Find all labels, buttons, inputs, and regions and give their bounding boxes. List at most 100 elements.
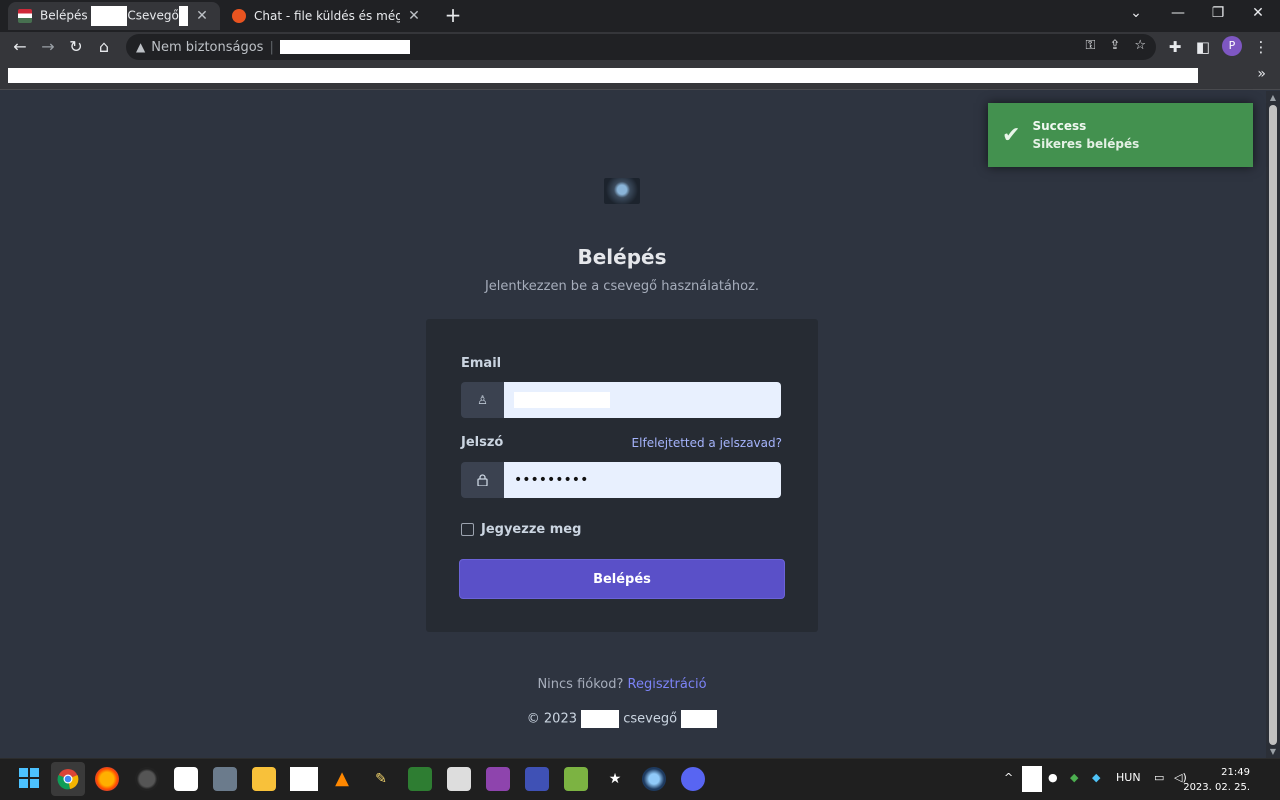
password-label: Jelszó [461, 435, 504, 450]
chrome-icon[interactable] [51, 762, 85, 796]
tab-title: Chat - file küldés és még hívás p [254, 9, 400, 23]
tab-title: Belépés Csevegő [40, 6, 188, 26]
system-clock[interactable]: 21:49 2023. 02. 25. [1183, 765, 1250, 795]
close-tab-icon[interactable]: ✕ [406, 8, 422, 24]
security-label[interactable]: Nem biztonságos [151, 40, 263, 55]
back-button[interactable]: ← [8, 36, 32, 58]
star-icon[interactable]: ☆ [1134, 38, 1146, 53]
save-app-icon[interactable] [525, 767, 549, 791]
tray-app-icon[interactable]: ◆ [1070, 771, 1078, 784]
redacted-tray [1022, 766, 1042, 792]
password-input-group: ••••••••• [461, 462, 781, 498]
discord-icon[interactable] [681, 767, 705, 791]
redacted-block [581, 710, 620, 728]
forgot-password-link[interactable]: Elfelejtetted a jelszavad? [632, 436, 782, 450]
redacted-app [290, 767, 318, 791]
close-tab-icon[interactable]: ✕ [194, 8, 210, 24]
restore-button[interactable]: ❐ [1198, 0, 1238, 28]
check-icon: ✔ [1002, 122, 1021, 148]
tab-search-icon[interactable]: ⌄ [1116, 0, 1156, 28]
windows-taskbar: ▲ ✎ ★ ^ ● ◆ ◆ HUN ▭ ◁) 21:49 2023. 02. 2… [0, 758, 1280, 800]
user-icon: ♙ [461, 382, 504, 418]
register-text: Nincs fiókod? [537, 677, 624, 692]
divider: | [269, 39, 274, 55]
app-icon[interactable] [642, 767, 666, 791]
clock-date: 2023. 02. 25. [1183, 782, 1250, 793]
bookmarks-bar: » [0, 62, 1280, 90]
close-window-button[interactable]: ✕ [1238, 0, 1278, 28]
copyright-name: csevegő [623, 711, 678, 727]
lock-icon [461, 462, 504, 498]
warning-icon: ▲ [136, 40, 146, 54]
scroll-thumb[interactable] [1269, 105, 1277, 745]
discord-tray-icon[interactable]: ● [1048, 771, 1058, 784]
windows-icon [19, 768, 39, 788]
photos-icon[interactable] [213, 767, 237, 791]
remember-checkbox[interactable] [461, 523, 474, 536]
address-bar[interactable]: ▲ Nem biztonságos | ⚿ ⇪ ☆ [126, 34, 1156, 60]
page-title: Belépés [577, 245, 667, 269]
game-icon[interactable] [408, 767, 432, 791]
key-icon[interactable]: ⚿ [1086, 38, 1096, 53]
notepad-icon[interactable] [564, 767, 588, 791]
register-link[interactable]: Regisztráció [628, 677, 707, 692]
network-icon[interactable]: ▭ [1154, 771, 1164, 784]
tab-login[interactable]: Belépés Csevegő ✕ [8, 2, 220, 30]
redacted-block [178, 6, 188, 26]
email-label: Email [461, 356, 502, 371]
browser-toolbar: ← → ↻ ⌂ ▲ Nem biztonságos | ⚿ ⇪ ☆ ✚ ◧ ⋮ [0, 32, 1280, 62]
more-bookmarks-icon[interactable]: » [1257, 66, 1266, 82]
hungary-flag-icon [18, 9, 32, 23]
new-tab-button[interactable]: + [442, 4, 464, 26]
store-icon[interactable] [174, 767, 198, 791]
toast-title: Success [1032, 119, 1087, 133]
remember-me[interactable]: Jegyezze meg [461, 522, 581, 537]
printer-icon[interactable] [447, 767, 471, 791]
menu-icon[interactable]: ⋮ [1250, 36, 1272, 58]
redacted-email [514, 392, 610, 408]
success-toast[interactable]: ✔ Success Sikeres belépés [988, 103, 1253, 167]
toast-message: Sikeres belépés [1032, 137, 1140, 151]
copyright-year: © 2023 [526, 711, 577, 727]
start-button[interactable] [17, 767, 41, 791]
redacted-bookmarks [8, 68, 1198, 83]
reload-button[interactable]: ↻ [64, 36, 88, 58]
remember-label: Jegyezze meg [481, 522, 582, 537]
extensions-icon[interactable]: ✚ [1164, 36, 1186, 58]
tool-icon[interactable]: ✎ [369, 767, 393, 791]
scroll-down-icon[interactable]: ▼ [1266, 747, 1280, 756]
share-icon[interactable]: ⇪ [1109, 38, 1120, 53]
tray-chevron-icon[interactable]: ^ [1004, 771, 1013, 784]
star-app-icon[interactable]: ★ [603, 767, 627, 791]
side-panel-icon[interactable]: ◧ [1192, 36, 1214, 58]
forward-button[interactable]: → [36, 36, 60, 58]
omnibox-icons: ⚿ ⇪ ☆ [1086, 38, 1146, 53]
ubuntu-icon [232, 9, 246, 23]
register-prompt: Nincs fiókod? Regisztráció [0, 677, 1244, 692]
home-button[interactable]: ⌂ [92, 36, 116, 58]
copyright: © 2023 csevegő [0, 710, 1244, 728]
clock-time: 21:49 [1221, 767, 1250, 778]
profile-avatar[interactable]: P [1222, 36, 1242, 56]
language-indicator[interactable]: HUN [1116, 771, 1141, 784]
defender-icon[interactable]: ◆ [1092, 771, 1100, 784]
page-subtitle: Jelentkezzen be a csevegő használatához. [484, 279, 760, 294]
file-explorer-icon[interactable] [252, 767, 276, 791]
app-logo [604, 178, 640, 204]
email-field[interactable] [504, 382, 781, 418]
redacted-url [279, 40, 410, 54]
password-field[interactable]: ••••••••• [504, 462, 781, 498]
tab-chat[interactable]: Chat - file küldés és még hívás p ✕ [222, 2, 432, 30]
login-button[interactable]: Belépés [459, 559, 785, 599]
paint-icon[interactable] [486, 767, 510, 791]
minimize-button[interactable]: — [1158, 0, 1198, 28]
scroll-up-icon[interactable]: ▲ [1266, 93, 1280, 102]
obs-icon[interactable] [135, 767, 159, 791]
email-input-group: ♙ [461, 382, 781, 418]
vlc-icon[interactable]: ▲ [330, 767, 354, 791]
firefox-icon[interactable] [95, 767, 119, 791]
lock-icon [477, 474, 488, 486]
redacted-block [91, 6, 128, 26]
page-scrollbar[interactable]: ▲ ▼ [1266, 91, 1280, 758]
login-card: Email ♙ Jelszó Elfelejtetted a jelszavad… [426, 319, 818, 632]
